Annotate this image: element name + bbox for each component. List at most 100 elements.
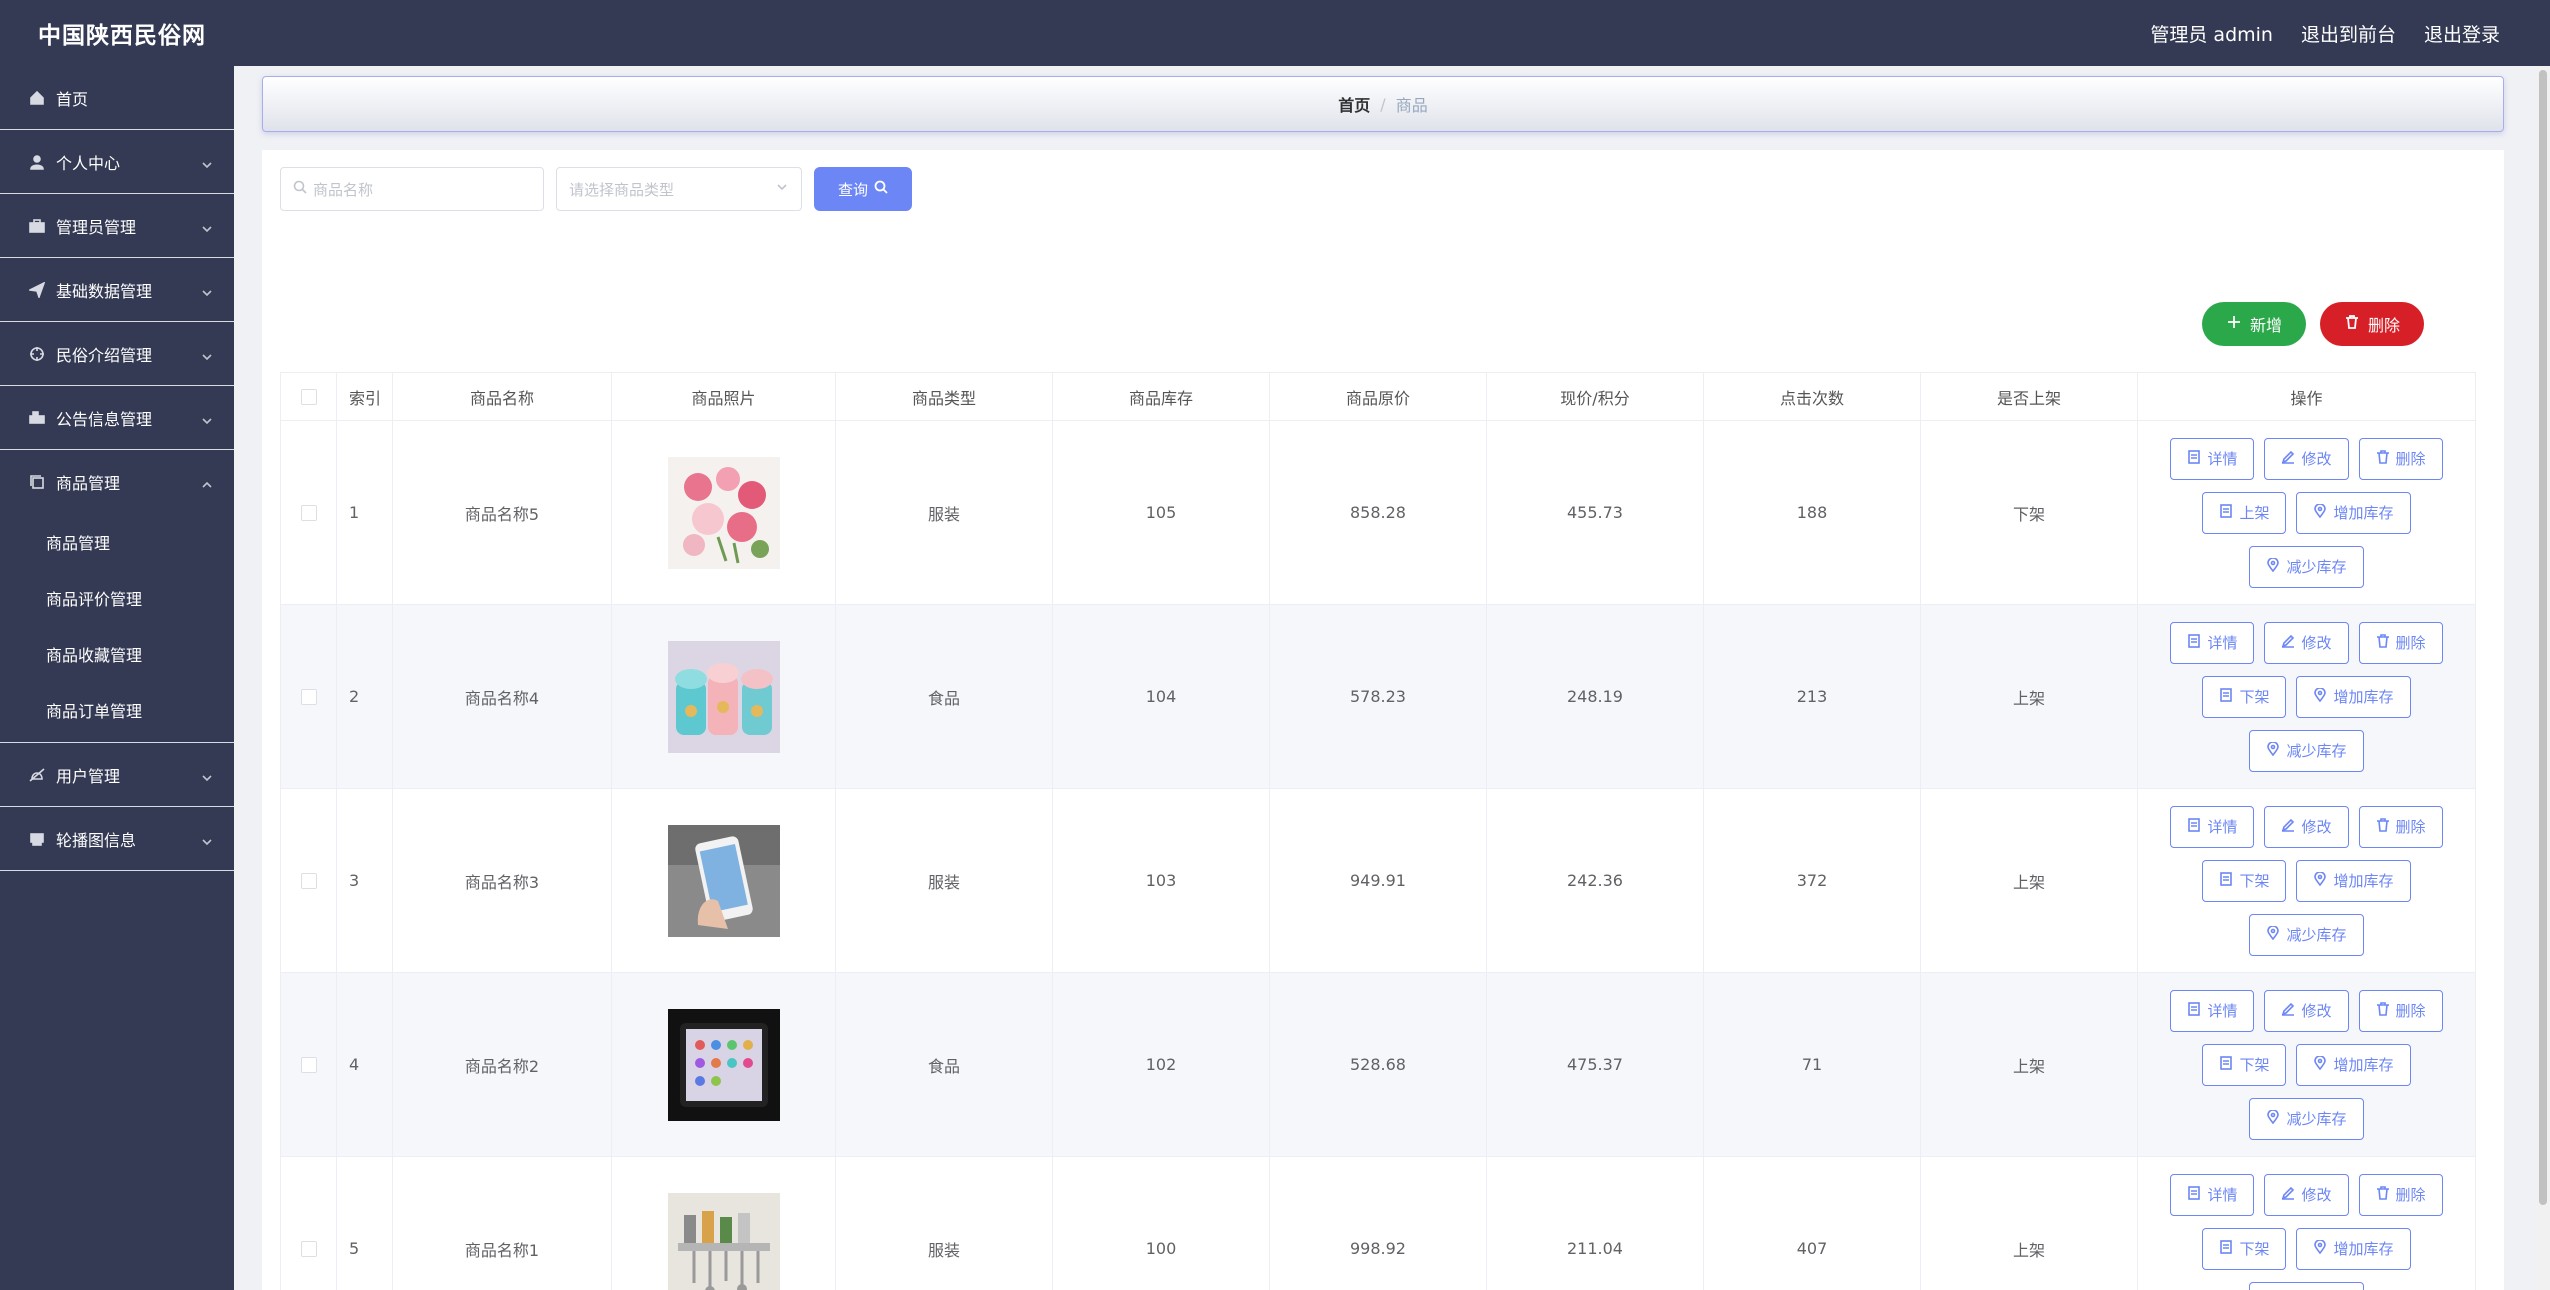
edit-button[interactable]: 修改 [2264,989,2349,1032]
submenu-item-goods-order[interactable]: 商品订单管理 [0,682,234,738]
add-stock-label: 增加库存 [2333,504,2394,522]
goods-photo-phone-hand[interactable] [667,824,780,937]
location-icon [2313,870,2327,890]
table-row: 5 商品名称1 服装 100 998.92 211.04 407 上架 详情 修… [281,1157,2475,1290]
submenu-item-goods-favorite[interactable]: 商品收藏管理 [0,626,234,682]
location-icon [2313,686,2327,706]
sidebar-item-label: 民俗介绍管理 [56,345,153,365]
header-price: 商品原价 [1270,373,1487,420]
row-checkbox-cell [281,605,337,788]
sidebar-item-home[interactable]: 首页 [0,66,234,130]
shelf-toggle-button[interactable]: 下架 [2202,675,2287,718]
shelf-toggle-button[interactable]: 下架 [2202,859,2287,902]
detail-button[interactable]: 详情 [2170,621,2255,664]
search-icon [293,180,307,198]
row-index: 5 [337,1157,393,1290]
row-checkbox[interactable] [300,1240,317,1257]
briefcase-icon [28,217,46,235]
delete-button[interactable]: 删除 [2358,621,2443,664]
submenu-item-goods[interactable]: 商品管理 [0,514,234,570]
sidebar-item-profile[interactable]: 个人中心 [0,130,234,194]
sidebar-item-goods[interactable]: 商品管理 [0,450,234,514]
chevron-down-icon [202,283,212,296]
top-bar: 中国陕西民俗网 管理员 admin 退出到前台 退出登录 [0,0,2550,66]
shelf-toggle-button[interactable]: 上架 [2202,491,2287,534]
trash-icon [2376,1001,2390,1020]
exit-to-front-link[interactable]: 退出到前台 [2301,20,2396,47]
row-index: 1 [337,421,393,604]
chevron-down-icon [202,219,212,232]
edit-button[interactable]: 修改 [2264,1173,2349,1216]
row-checkbox-cell [281,1157,337,1290]
add-button[interactable]: 新增 [2202,302,2306,346]
detail-button[interactable]: 详情 [2170,805,2255,848]
row-checkbox-cell [281,421,337,604]
logout-link[interactable]: 退出登录 [2424,20,2500,47]
shelf-toggle-label: 下架 [2239,688,2270,706]
trash-icon [2376,1185,2390,1204]
shelf-toggle-button[interactable]: 下架 [2202,1043,2287,1086]
row-checkbox[interactable] [300,688,317,705]
row-clicks: 407 [1704,1157,1921,1290]
sidebar-item-carousel[interactable]: 轮播图信息 [0,807,234,871]
edit-button[interactable]: 修改 [2264,437,2349,480]
detail-button[interactable]: 详情 [2170,989,2255,1032]
breadcrumb-current: 商品 [1395,96,1428,115]
breadcrumb-home[interactable]: 首页 [1338,92,1370,116]
sidebar: 首页 个人中心 管理员管理 基础数据管理 民俗介绍管理 公告信息管理 商品管理 … [0,66,234,1290]
row-stock: 100 [1053,1157,1270,1290]
delete-button[interactable]: 删除 [2358,805,2443,848]
detail-button[interactable]: 详情 [2170,1173,2255,1216]
add-stock-button[interactable]: 增加库存 [2296,675,2411,718]
row-checkbox[interactable] [300,1056,317,1073]
goods-photo-tablet[interactable] [667,1008,780,1121]
edit-button[interactable]: 修改 [2264,621,2349,664]
select-all-checkbox[interactable] [300,388,317,405]
goods-photo-kitchen-rack[interactable] [667,1192,780,1290]
delete-button[interactable]: 删除 [2358,437,2443,480]
sidebar-item-notice[interactable]: 公告信息管理 [0,386,234,450]
sidebar-item-label: 用户管理 [56,766,121,786]
delete-button[interactable]: 删除 [2358,1173,2443,1216]
row-clicks: 213 [1704,605,1921,788]
goods-photo-cups[interactable] [667,640,780,753]
shelf-toggle-button[interactable]: 下架 [2202,1227,2287,1270]
reduce-stock-button[interactable]: 减少库存 [2249,1097,2364,1140]
row-ops: 详情 修改 删除 下架 增加库存 减少库存 [2138,605,2475,788]
submenu-item-goods-review[interactable]: 商品评价管理 [0,570,234,626]
add-stock-button[interactable]: 增加库存 [2296,859,2411,902]
goods-type-select[interactable]: 请选择商品类型 [556,167,802,211]
trash-icon [2344,314,2360,334]
header-index: 索引 [337,373,393,420]
add-stock-button[interactable]: 增加库存 [2296,1227,2411,1270]
row-clicks: 71 [1704,973,1921,1156]
reduce-stock-button[interactable]: 减少库存 [2249,1281,2364,1290]
plus-icon [2226,314,2242,334]
page-scrollbar-thumb[interactable] [2539,70,2547,1205]
row-checkbox[interactable] [300,872,317,889]
sidebar-item-admin[interactable]: 管理员管理 [0,194,234,258]
query-button[interactable]: 查询 [814,167,912,211]
edit-button[interactable]: 修改 [2264,805,2349,848]
add-stock-button[interactable]: 增加库存 [2296,491,2411,534]
row-now-price: 211.04 [1487,1157,1704,1290]
reduce-stock-button[interactable]: 减少库存 [2249,729,2364,772]
row-ops: 详情 修改 删除 下架 增加库存 减少库存 [2138,1157,2475,1290]
header-stock: 商品库存 [1053,373,1270,420]
add-stock-button[interactable]: 增加库存 [2296,1043,2411,1086]
content-card: 商品名称 请选择商品类型 查询 新增 删除 索引 商品名称 商品照片 商品类型 … [262,150,2504,1290]
goods-name-input[interactable]: 商品名称 [280,167,544,211]
detail-button[interactable]: 详情 [2170,437,2255,480]
header-clicks: 点击次数 [1704,373,1921,420]
goods-photo-flowers[interactable] [667,456,780,569]
location-icon [2313,1238,2327,1258]
reduce-stock-button[interactable]: 减少库存 [2249,545,2364,588]
batch-delete-button[interactable]: 删除 [2320,302,2424,346]
delete-button[interactable]: 删除 [2358,989,2443,1032]
sidebar-item-users[interactable]: 用户管理 [0,743,234,807]
row-checkbox[interactable] [300,504,317,521]
row-ops: 详情 修改 删除 上架 增加库存 减少库存 [2138,421,2475,604]
sidebar-item-basic-data[interactable]: 基础数据管理 [0,258,234,322]
reduce-stock-button[interactable]: 减少库存 [2249,913,2364,956]
sidebar-item-folk-intro[interactable]: 民俗介绍管理 [0,322,234,386]
